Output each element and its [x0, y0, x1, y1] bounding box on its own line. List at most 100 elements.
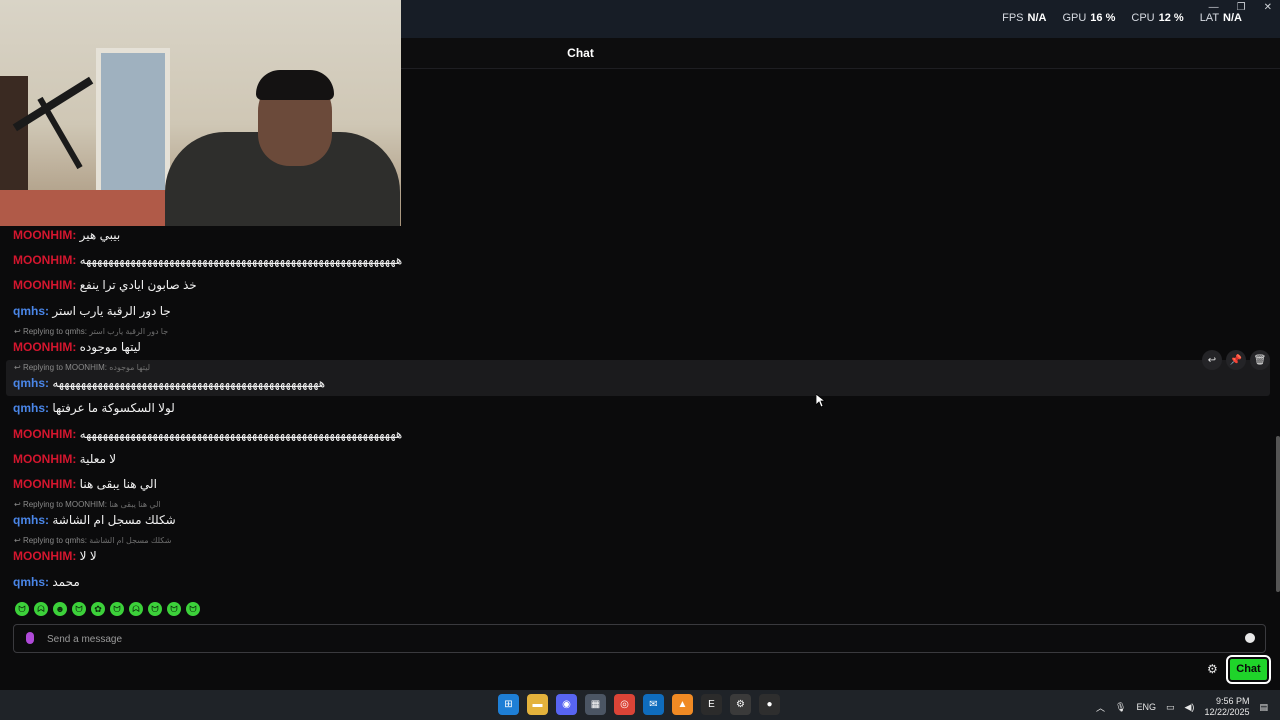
chat-message[interactable]: MOONHIM: لا لا	[13, 549, 97, 563]
chat-message[interactable]: qmhs: محمد	[13, 575, 80, 589]
notifications-icon[interactable]: ▤	[1259, 702, 1268, 713]
stat-fps: FPS N/A	[1002, 12, 1046, 24]
chat-message[interactable]: MOONHIM: ليتها موجوده	[13, 340, 141, 354]
message-text: هههههههههههههههههههههههههههههههههههههههه…	[52, 376, 326, 390]
reply-target: Replying to MOONHIM:	[22, 500, 107, 509]
stat-label: CPU	[1131, 12, 1155, 24]
username[interactable]: qmhs:	[13, 376, 49, 390]
video-person-hair	[256, 70, 334, 100]
reply-icon[interactable]: ↩	[1202, 350, 1222, 370]
emote-icon[interactable]: ᗣ	[129, 602, 143, 616]
microphone-icon[interactable]: 🎙	[1115, 702, 1126, 713]
obs-icon[interactable]: ●	[759, 694, 780, 715]
chat-message[interactable]: MOONHIM: بيبي هير	[13, 228, 120, 242]
emote-icon[interactable]: ☻	[53, 602, 67, 616]
reply-target: Replying to MOONHIM:	[22, 363, 107, 372]
username[interactable]: qmhs:	[13, 304, 49, 318]
stat-value: 16 %	[1090, 12, 1116, 24]
chat-message[interactable]: qmhs: جا دور الرقبة يارب استر	[13, 304, 171, 318]
chat-scrollbar[interactable]	[1276, 436, 1280, 592]
network-icon[interactable]: ▭	[1166, 702, 1175, 713]
video-mic-arm	[37, 96, 83, 170]
username[interactable]: MOONHIM:	[13, 228, 76, 242]
reply-icon: ↩	[14, 500, 21, 509]
chat-message[interactable]: MOONHIM: ههههههههههههههههههههههههههههههه…	[13, 253, 402, 267]
username[interactable]: qmhs:	[13, 513, 49, 527]
username[interactable]: qmhs:	[13, 575, 49, 589]
store-icon[interactable]: ▦	[585, 694, 606, 715]
username[interactable]: MOONHIM:	[13, 340, 76, 354]
send-chat-button[interactable]: Chat	[1226, 655, 1271, 684]
username[interactable]: qmhs:	[13, 401, 49, 415]
chrome-icon[interactable]: ◎	[614, 694, 635, 715]
chat-header: Chat	[401, 38, 1280, 69]
message-text: لولا السكسوكة ما عرفتها	[52, 401, 175, 415]
message-text: محمد	[52, 575, 80, 589]
windows-taskbar: ⊞ ▬ ◉ ▦ ◎ ✉ ▲ E ⚙ ● ︿ 🎙 ENG ▭ ◀) 9:56 PM…	[0, 690, 1280, 720]
windows-start-icon[interactable]: ⊞	[498, 694, 519, 715]
message-input[interactable]	[47, 630, 1227, 648]
message-input-container	[13, 624, 1266, 653]
message-text: ليتها موجوده	[79, 340, 141, 354]
emote-bar: ᗢ ᗣ ☻ ᗢ ✿ ᗢ ᗣ ᗢ ᗢ ᗢ	[15, 602, 200, 616]
stat-lat: LAT N/A	[1200, 12, 1242, 24]
username[interactable]: MOONHIM:	[13, 278, 76, 292]
emote-icon[interactable]: ᗢ	[167, 602, 181, 616]
reply-quote: شكلك مسجل ام الشاشة	[89, 536, 172, 545]
gear-icon[interactable]: ⚙	[1207, 662, 1218, 676]
chat-message[interactable]: qmhs: لولا السكسوكة ما عرفتها	[13, 401, 175, 415]
epic-games-icon[interactable]: E	[701, 694, 722, 715]
reply-context: ↩ Replying to MOONHIM: الي هنا يبقى هنا	[14, 500, 161, 509]
emote-icon[interactable]: ᗢ	[110, 602, 124, 616]
emoji-picker-icon[interactable]	[1245, 633, 1255, 643]
clock[interactable]: 9:56 PM 12/22/2025	[1204, 696, 1249, 718]
discord-icon[interactable]: ◉	[556, 694, 577, 715]
restore-icon[interactable]: ❐	[1237, 2, 1246, 13]
emote-icon[interactable]: ᗢ	[15, 602, 29, 616]
chat-message[interactable]: MOONHIM: خذ صابون ايادي ترا ينفع	[13, 278, 197, 292]
username[interactable]: MOONHIM:	[13, 549, 76, 563]
emote-icon[interactable]: ✿	[91, 602, 105, 616]
vlc-icon[interactable]: ▲	[672, 694, 693, 715]
emote-icon[interactable]: ᗢ	[148, 602, 162, 616]
microphone-icon[interactable]	[26, 632, 34, 644]
chat-message[interactable]: MOONHIM: الي هنا يبقى هنا	[13, 477, 157, 491]
taskbar-apps: ⊞ ▬ ◉ ▦ ◎ ✉ ▲ E ⚙ ●	[498, 694, 780, 715]
emote-icon[interactable]: ᗢ	[72, 602, 86, 616]
volume-icon[interactable]: ◀)	[1185, 702, 1195, 713]
stat-value: N/A	[1027, 12, 1047, 24]
username[interactable]: MOONHIM:	[13, 452, 76, 466]
chevron-up-icon[interactable]: ︿	[1096, 701, 1105, 714]
username[interactable]: MOONHIM:	[13, 253, 76, 267]
pin-icon[interactable]: 📌	[1226, 350, 1246, 370]
chat-message[interactable]: qmhs: شكلك مسجل ام الشاشة	[13, 513, 176, 527]
emote-icon[interactable]: ᗢ	[186, 602, 200, 616]
username[interactable]: MOONHIM:	[13, 427, 76, 441]
stream-video[interactable]	[0, 0, 401, 226]
reply-icon: ↩	[14, 536, 21, 545]
delete-icon[interactable]: 🗑	[1250, 350, 1270, 370]
minimize-icon[interactable]: —	[1209, 2, 1219, 13]
mail-icon[interactable]: ✉	[643, 694, 664, 715]
stat-label: GPU	[1062, 12, 1087, 24]
username[interactable]: MOONHIM:	[13, 477, 76, 491]
message-text: لا لا	[79, 549, 97, 563]
steelseries-icon[interactable]: ⚙	[730, 694, 751, 715]
reply-target: Replying to qmhs:	[22, 327, 87, 336]
language-indicator[interactable]: ENG	[1136, 702, 1156, 712]
chat-message[interactable]: MOONHIM: لا معلية	[13, 452, 116, 466]
file-explorer-icon[interactable]: ▬	[527, 694, 548, 715]
chat-message[interactable]: qmhs: هههههههههههههههههههههههههههههههههه…	[13, 376, 325, 390]
reply-context: ↩ Replying to qmhs: جا دور الرقبة يارب ا…	[14, 327, 168, 336]
clock-date: 12/22/2025	[1204, 707, 1250, 717]
stat-cpu: CPU 12 %	[1131, 12, 1183, 24]
stat-label: LAT	[1199, 12, 1220, 24]
reply-icon: ↩	[14, 363, 21, 372]
emote-icon[interactable]: ᗣ	[34, 602, 48, 616]
message-text: جا دور الرقبة يارب استر	[52, 304, 171, 318]
chat-message[interactable]: MOONHIM: ههههههههههههههههههههههههههههههه…	[13, 427, 402, 441]
message-text: لا معلية	[79, 452, 117, 466]
window-controls: — ❐ ✕	[1209, 2, 1272, 13]
close-icon[interactable]: ✕	[1264, 2, 1272, 13]
app-root: FPS N/A GPU 16 % CPU 12 % LAT N/A — ❐ ✕ Chat…	[0, 0, 1280, 720]
